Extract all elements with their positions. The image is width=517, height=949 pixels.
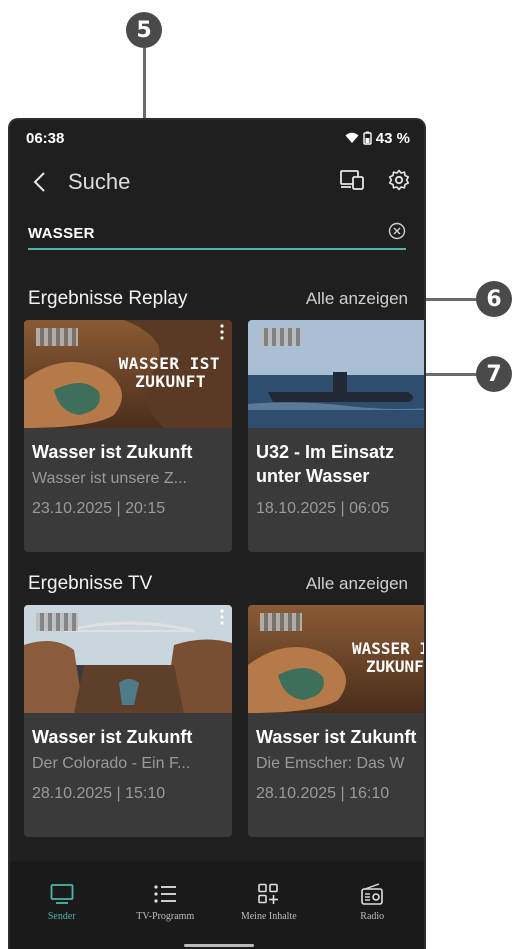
phone-screen: 06:38 43 % Suche WASSER Ergebnisse Repla…: [8, 118, 426, 949]
page-title: Suche: [68, 169, 131, 194]
clear-icon[interactable]: [388, 222, 406, 245]
replay-card-1[interactable]: WASSER IST ZUKUNFT Wasser ist Zukunft Wa…: [24, 320, 232, 552]
bottom-navigation: Sender TV-Programm Meine Inhalte Radio: [10, 861, 424, 949]
replay-section-header: Ergebnisse Replay Alle anzeigen: [28, 288, 408, 310]
channel-logo: [260, 613, 302, 631]
radio-icon: [361, 883, 384, 905]
channel-logo: [36, 613, 78, 631]
header: Suche: [24, 160, 410, 204]
nav-label: TV-Programm: [136, 911, 195, 922]
card-title: U32 - Im Einsatz unter Wasser: [256, 440, 424, 488]
grid-plus-icon: [257, 883, 278, 904]
status-indicators: 43 %: [345, 130, 410, 147]
tv-section-header: Ergebnisse TV Alle anzeigen: [28, 573, 408, 595]
card-subtitle: Die Emscher: Das W: [256, 755, 405, 772]
card-title-line-2: unter Wasser: [256, 466, 370, 486]
thumb-text-1: WASSER I: [352, 639, 426, 658]
thumb-text-2: ZUKUNF: [366, 657, 424, 676]
wifi-icon: [345, 132, 359, 143]
replay-card-2-thumbnail: [248, 320, 424, 428]
tv-section-title: Ergebnisse TV: [28, 573, 153, 594]
nav-item-tv-programm[interactable]: TV-Programm: [114, 861, 218, 949]
replay-show-all-link[interactable]: Alle anzeigen: [306, 289, 408, 309]
replay-card-1-thumbnail: WASSER IST ZUKUNFT: [24, 320, 232, 428]
tv-icon: [50, 884, 74, 904]
card-subtitle: Wasser ist unsere Z...: [32, 470, 187, 487]
search-field[interactable]: WASSER: [28, 218, 406, 250]
channel-logo: [36, 328, 78, 346]
back-icon[interactable]: [24, 167, 54, 197]
card-subtitle: Der Colorado - Ein F...: [32, 755, 191, 772]
replay-section-title: Ergebnisse Replay: [28, 288, 188, 309]
card-title: Wasser ist Zukunft: [32, 727, 193, 747]
tv-show-all-link[interactable]: Alle anzeigen: [306, 574, 408, 594]
gear-icon[interactable]: [388, 169, 410, 196]
status-time: 06:38: [26, 129, 65, 147]
card-title: Wasser ist Zukunft: [256, 727, 417, 747]
thumb-text-1: WASSER IST: [118, 354, 220, 373]
card-date: 28.10.2025 | 16:10: [256, 785, 390, 802]
tv-card-1-thumbnail: [24, 605, 232, 713]
devices-icon[interactable]: [340, 169, 366, 196]
nav-item-radio[interactable]: Radio: [321, 861, 425, 949]
status-bar: 06:38 43 %: [26, 126, 410, 150]
search-input[interactable]: WASSER: [28, 225, 95, 242]
callout-5-marker: 5: [126, 12, 162, 48]
nav-item-sender[interactable]: Sender: [10, 861, 114, 949]
callout-6-marker: 6: [476, 281, 512, 317]
nav-item-meine-inhalte[interactable]: Meine Inhalte: [217, 861, 321, 949]
home-indicator[interactable]: [184, 944, 254, 947]
nav-label: Meine Inhalte: [240, 911, 297, 922]
card-date: 28.10.2025 | 15:10: [32, 785, 166, 802]
card-title-line-1: U32 - Im Einsatz: [256, 442, 395, 462]
card-date: 18.10.2025 | 06:05: [256, 500, 390, 517]
nav-label: Radio: [360, 911, 385, 922]
list-icon: [154, 885, 177, 903]
callout-7-marker: 7: [476, 356, 512, 392]
more-vertical-icon[interactable]: [220, 324, 224, 345]
card-title: Wasser ist Zukunft: [32, 442, 193, 462]
tv-card-1[interactable]: Wasser ist Zukunft Der Colorado - Ein F.…: [24, 605, 232, 837]
card-date: 23.10.2025 | 20:15: [32, 500, 166, 517]
header-actions: [340, 169, 410, 196]
battery-percent: 43 %: [375, 129, 410, 147]
thumb-text-2: ZUKUNFT: [135, 372, 206, 391]
channel-logo: [260, 328, 302, 346]
nav-label: Sender: [47, 911, 76, 922]
more-vertical-icon[interactable]: [220, 609, 224, 630]
tv-card-2[interactable]: WASSER I ZUKUNF Wasser ist Zukunft Die E…: [248, 605, 426, 837]
replay-card-2[interactable]: U32 - Im Einsatz unter Wasser 18.10.2025…: [248, 320, 424, 552]
battery-icon: [363, 131, 372, 145]
tv-card-2-thumbnail: WASSER I ZUKUNF: [248, 605, 426, 713]
